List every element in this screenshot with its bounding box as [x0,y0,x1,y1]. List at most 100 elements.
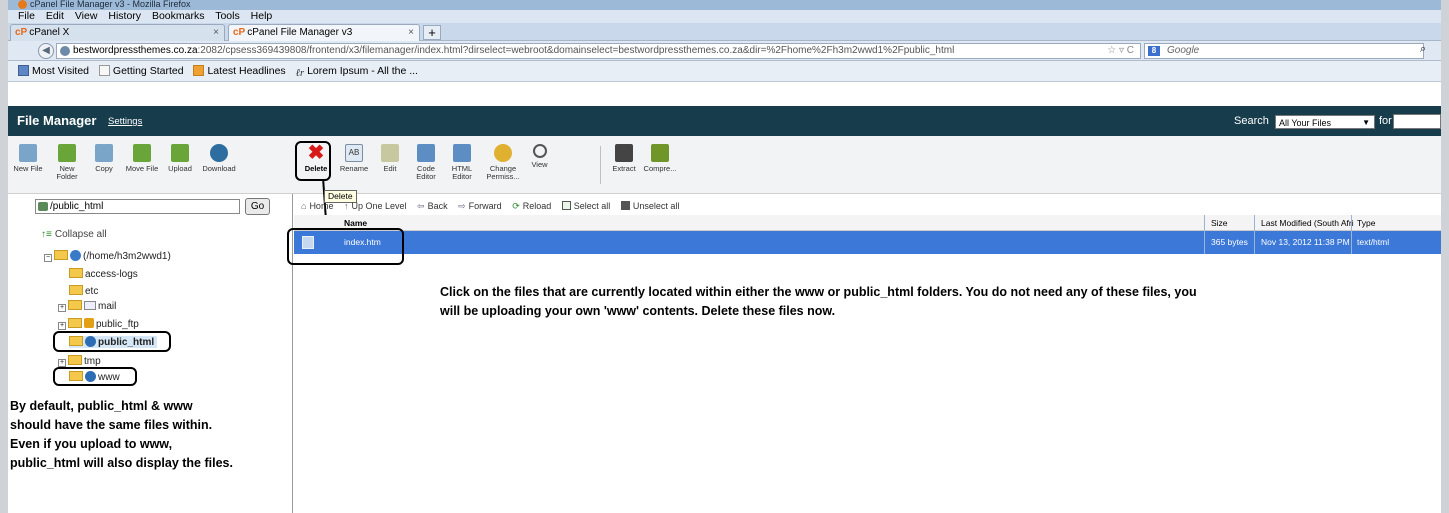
bookmark-latest-headlines[interactable]: Latest Headlines [193,65,286,77]
bookmark-getting-started[interactable]: Getting Started [98,65,184,77]
new-folder-button[interactable]: New Folder [48,144,86,181]
file-size-cell: 365 bytes [1211,237,1248,247]
new-file-icon [19,144,37,162]
menu-bookmarks[interactable]: Bookmarks [152,10,205,22]
folder-icon [68,300,82,310]
ftp-icon [84,318,94,328]
tab-cpanel-x[interactable]: cP cPanel X × [10,24,225,41]
expand-toggle-icon[interactable]: + [58,359,66,367]
menu-tools[interactable]: Tools [215,10,240,22]
forward-link[interactable]: ⇨ Forward [458,198,502,215]
bookmarks-toolbar: Most Visited Getting Started Latest Head… [8,61,1441,82]
move-file-icon [133,144,151,162]
menu-bar: File Edit View History Bookmarks Tools H… [8,10,1441,23]
unselect-all-link[interactable]: Unselect all [620,198,679,215]
tree-node-home[interactable]: − (/home/h3m2wwd1) [44,250,171,262]
home-link[interactable]: ⌂ Home [301,198,333,215]
upload-button[interactable]: Upload [161,144,199,173]
tab-bar: cP cPanel X × cP cPanel File Manager v3 × … [8,23,1441,41]
download-button[interactable]: Download [198,144,240,173]
forward-arrow-icon: ⇨ [458,201,466,211]
search-input[interactable] [1393,114,1441,129]
bookmark-star-icon[interactable]: ☆ ▿ C [1107,44,1134,58]
tree-node-public-ftp[interactable]: + public_ftp [58,318,139,330]
menu-view[interactable]: View [75,10,98,22]
select-all-link[interactable]: Select all [561,198,610,215]
url-domain: bestwordpressthemes.co.za [73,45,198,56]
search-label: Search [1234,115,1269,127]
go-button[interactable]: Go [245,198,270,215]
compress-button[interactable]: Compre... [641,144,679,173]
reload-link[interactable]: ⟳ Reload [512,198,551,215]
column-divider [1254,215,1255,254]
new-file-button[interactable]: New File [9,144,47,173]
file-table-header: Name Size Last Modified (South Afri Type [294,215,1441,231]
collapse-toggle-icon[interactable]: − [44,254,52,262]
move-file-button[interactable]: Move File [122,144,162,173]
column-modified-header[interactable]: Last Modified (South Afri [1261,215,1354,231]
folder-icon [68,318,82,328]
expand-toggle-icon[interactable]: + [58,322,66,330]
html-editor-button[interactable]: HTML Editor [443,144,481,181]
copy-button[interactable]: Copy [85,144,123,173]
upload-icon [171,144,189,162]
path-input[interactable]: /public_html [35,199,240,214]
key-icon [494,144,512,162]
mail-icon [84,301,96,310]
code-editor-button[interactable]: Code Editor [407,144,445,181]
magnifier-icon [532,144,547,158]
menu-history[interactable]: History [108,10,141,22]
menu-edit[interactable]: Edit [46,10,64,22]
bookmark-lorem-ipsum[interactable]: ℓr Lorem Ipsum - All the ... [295,65,418,79]
tree-node-access-logs[interactable]: access-logs [69,268,138,280]
file-nav-bar: ⌂ Home ↑ Up One Level ⇦ Back ⇨ Forward ⟳ Relo… [294,198,1441,215]
rename-icon: AB [345,144,363,162]
menu-file[interactable]: File [18,10,35,22]
most-visited-icon [18,65,29,76]
change-permissions-button[interactable]: Change Permiss... [481,144,525,181]
search-scope-select[interactable]: All Your Files ▼ [1275,115,1375,129]
folder-icon [54,250,68,260]
up-one-level-link[interactable]: ↑ Up One Level [344,198,407,215]
bookmark-most-visited[interactable]: Most Visited [18,65,89,77]
tree-node-tmp[interactable]: + tmp [58,355,101,367]
navigation-bar: ◀ bestwordpressthemes.co.za:2082/cpsess3… [8,41,1441,61]
menu-help[interactable]: Help [251,10,273,22]
delete-highlight-oval [295,141,331,181]
edit-button[interactable]: Edit [371,144,409,173]
home-icon [70,250,81,261]
close-tab-icon[interactable]: × [213,25,219,40]
column-size-header[interactable]: Size [1211,215,1228,231]
html-editor-icon [453,144,471,162]
table-row[interactable]: index.htm 365 bytes Nov 13, 2012 11:38 P… [294,231,1441,254]
file-toolbar: New File New Folder Copy Move File Uploa… [8,136,1441,194]
url-path: :2082/cpsess369439808/frontend/x3/filema… [197,45,955,56]
back-link[interactable]: ⇦ Back [417,198,448,215]
new-folder-icon [58,144,76,162]
tree-node-etc[interactable]: etc [69,285,98,297]
search-bar[interactable]: 8 Google [1144,43,1424,59]
rename-button[interactable]: AB Rename [335,144,373,173]
for-label: for [1379,115,1392,127]
annotation-main: Click on the files that are currently lo… [440,285,1197,318]
file-manager-header: File Manager Settings Search All Your Fi… [8,106,1441,136]
url-bar[interactable]: bestwordpressthemes.co.za:2082/cpsess369… [56,43,1141,59]
tree-node-mail[interactable]: + mail [58,300,116,312]
view-button[interactable]: View [522,144,557,169]
cpanel-logo-icon: cP [233,27,246,38]
search-magnifier-icon[interactable]: ⌕ [1420,43,1426,56]
back-button[interactable]: ◀ [38,43,54,59]
chevron-down-icon: ▼ [1362,118,1370,127]
column-type-header[interactable]: Type [1357,215,1375,231]
new-tab-button[interactable]: + [423,25,441,40]
tab-file-manager[interactable]: cP cPanel File Manager v3 × [228,24,420,41]
settings-link[interactable]: Settings [108,116,142,127]
extract-button[interactable]: Extract [605,144,643,173]
close-tab-icon[interactable]: × [408,25,414,40]
expand-toggle-icon[interactable]: + [58,304,66,312]
lorem-ipsum-icon: ℓr [295,68,305,79]
www-highlight-oval [53,367,137,386]
rss-icon [193,65,205,76]
collapse-all-link[interactable]: ↑≡ Collapse all [41,229,107,240]
window-titlebar: cPanel File Manager v3 - Mozilla Firefox [8,0,1441,10]
